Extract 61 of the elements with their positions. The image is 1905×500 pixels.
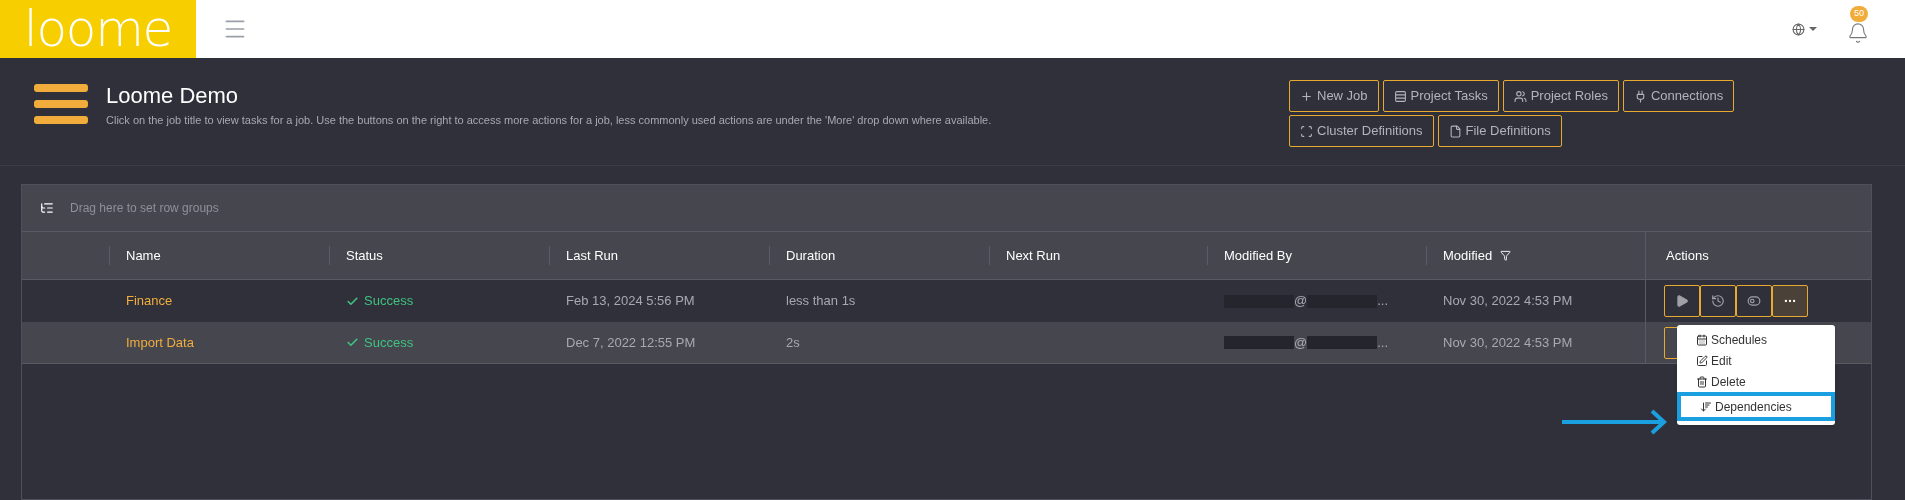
job-name-link[interactable]: Finance: [126, 293, 173, 309]
job-name-link[interactable]: Import Data: [126, 334, 194, 350]
row-groups-placeholder: Drag here to set row groups: [70, 200, 219, 217]
column-header[interactable]: Duration: [786, 245, 836, 266]
toolbar-button[interactable]: Project Tasks: [1382, 80, 1499, 112]
row-groups-icon: [40, 201, 54, 215]
menu-item[interactable]: Schedules: [1677, 329, 1835, 350]
column-header[interactable]: Modified: [1443, 245, 1493, 266]
column-header[interactable]: Last Run: [566, 245, 619, 266]
toolbar-button[interactable]: Project Roles: [1502, 80, 1619, 112]
last-run: Feb 13, 2024 5:56 PM: [566, 293, 695, 309]
redacted-text: [1224, 336, 1294, 349]
action-button[interactable]: [1700, 285, 1736, 317]
toolbar-button[interactable]: Cluster Definitions: [1289, 115, 1434, 147]
frame-icon: [1300, 124, 1313, 138]
toolbar-button[interactable]: File Definitions: [1437, 115, 1562, 147]
email-at: @: [1294, 292, 1308, 311]
page-title: Loome Demo: [106, 82, 240, 110]
notification-badge: 50: [1850, 6, 1868, 22]
plus-icon: [1300, 89, 1313, 103]
email-at: @: [1294, 333, 1308, 352]
action-button[interactable]: [1772, 285, 1808, 317]
language-dropdown[interactable]: [1792, 22, 1817, 36]
toolbar-button[interactable]: Connections: [1622, 80, 1735, 112]
calendar-icon: [1696, 333, 1708, 346]
check-icon: [346, 336, 359, 349]
column-header[interactable]: Actions: [1666, 245, 1709, 266]
status-text: Success: [364, 292, 414, 311]
duration: 2s: [786, 334, 800, 350]
column-header[interactable]: Modified By: [1224, 245, 1292, 266]
email-ellipsis: ...: [1377, 292, 1389, 311]
bell-icon[interactable]: [1847, 22, 1869, 44]
file-icon: [1448, 124, 1462, 138]
duration: less than 1s: [786, 293, 856, 309]
column-header[interactable]: Next Run: [1006, 245, 1061, 266]
edit-icon: [1696, 354, 1708, 367]
status-text: Success: [364, 333, 414, 352]
sort-icon: [1700, 400, 1712, 413]
toggle-icon: [1747, 294, 1761, 308]
column-header[interactable]: Status: [346, 245, 383, 266]
modified-date: Nov 30, 2022 4:53 PM: [1443, 293, 1573, 309]
email-ellipsis: ...: [1377, 333, 1389, 352]
action-button[interactable]: [1736, 285, 1772, 317]
trash-icon: [1696, 375, 1708, 388]
play-icon: [1675, 294, 1689, 308]
jobs-icon: [34, 84, 88, 124]
redacted-text: [1307, 336, 1378, 349]
history-icon: [1711, 294, 1725, 308]
menu-item[interactable]: Edit: [1677, 350, 1835, 371]
users-icon: [1513, 89, 1527, 103]
page-description: Click on the job title to view tasks for a job. Use the buttons on the right to access more actions for a job, less commonly used actions are under the 'More' drop down where available.: [106, 113, 992, 128]
toolbar-button[interactable]: New Job: [1289, 80, 1379, 112]
column-header[interactable]: Name: [126, 245, 161, 266]
modified-date: Nov 30, 2022 4:53 PM: [1443, 334, 1573, 350]
menu-item[interactable]: Dependencies: [1677, 392, 1835, 421]
filter-icon[interactable]: [1500, 250, 1512, 261]
last-run: Dec 7, 2022 12:55 PM: [566, 334, 696, 350]
action-button[interactable]: [1664, 285, 1700, 317]
list-icon: [1393, 89, 1407, 103]
check-icon: [346, 294, 359, 308]
menu-item[interactable]: Delete: [1677, 371, 1835, 392]
